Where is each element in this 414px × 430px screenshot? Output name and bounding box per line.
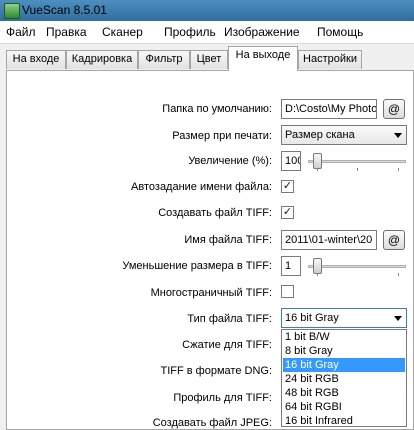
slider-tick	[317, 273, 318, 276]
dropdown-option[interactable]: 16 bit Infrared	[283, 414, 405, 428]
tiff-profile-label: Профиль для TIFF:	[173, 392, 272, 404]
create-tiff-label: Создавать файл TIFF:	[158, 207, 272, 219]
magnification-slider[interactable]	[308, 151, 406, 171]
slider-tick	[398, 168, 399, 171]
dropdown-option[interactable]: 48 bit RGB	[283, 386, 405, 400]
slider-thumb[interactable]	[313, 153, 322, 169]
menu-file[interactable]: Файл	[6, 25, 36, 39]
menu-image[interactable]: Изображение	[224, 25, 300, 39]
menu-edit[interactable]: Правка	[46, 25, 87, 39]
title-bar: VueScan 8.5.01	[0, 0, 414, 21]
dropdown-option[interactable]: 24 bit RGB	[283, 372, 405, 386]
tiff-reduction-slider[interactable]	[308, 256, 406, 276]
create-jpeg-label: Создавать файл JPEG:	[152, 417, 272, 429]
tab-color[interactable]: Цвет	[190, 50, 228, 69]
create-tiff-checkbox[interactable]: ✓	[281, 206, 294, 219]
slider-tick	[357, 168, 358, 171]
tiff-dng-label: TIFF в формате DNG:	[160, 365, 272, 377]
auto-name-checkbox[interactable]: ✓	[281, 180, 294, 193]
tiff-filename-label: Имя файла TIFF:	[184, 234, 272, 246]
tiff-type-select[interactable]: 16 bit Gray	[281, 308, 407, 328]
at-icon: @	[387, 102, 401, 116]
tab-prefs[interactable]: Настройки	[298, 50, 362, 69]
print-size-select[interactable]: Размер скана	[281, 125, 407, 145]
slider-tick	[317, 168, 318, 171]
tiff-filename-browse-button[interactable]: @	[383, 230, 405, 250]
tiff-type-value: 16 bit Gray	[285, 312, 339, 324]
multipage-tiff-label: Многостраничный TIFF:	[150, 287, 272, 299]
magnification-input[interactable]: 100	[281, 151, 301, 171]
menu-bar: Файл Правка Сканер Профиль Изображение П…	[0, 21, 414, 44]
dropdown-option[interactable]: 64 bit RGBI	[283, 400, 405, 414]
tiff-compression-label: Сжатие для TIFF:	[182, 339, 272, 351]
chevron-down-icon	[394, 316, 402, 321]
print-size-value: Размер скана	[285, 129, 355, 141]
dropdown-option-selected[interactable]: 16 bit Gray	[283, 358, 405, 372]
dropdown-option[interactable]: 8 bit Gray	[283, 344, 405, 358]
slider-tick	[398, 273, 399, 276]
tiff-reduction-input[interactable]: 1	[281, 256, 301, 276]
at-icon: @	[387, 233, 401, 247]
dropdown-option[interactable]: 1 bit B/W	[283, 330, 405, 344]
tab-filter[interactable]: Фильтр	[138, 50, 190, 69]
print-size-label: Размер при печати:	[172, 130, 272, 142]
magnification-label: Увеличение (%):	[188, 155, 272, 167]
multipage-tiff-checkbox[interactable]	[281, 285, 294, 298]
tab-input[interactable]: На входе	[6, 50, 66, 69]
check-icon: ✓	[282, 206, 293, 218]
tiff-type-label: Тип файла TIFF:	[187, 313, 272, 325]
default-folder-label: Папка по умолчанию:	[162, 103, 272, 115]
default-folder-input[interactable]: D:\Costo\My Photos	[281, 99, 377, 119]
check-icon: ✓	[282, 180, 293, 192]
auto-name-label: Автозадание имени файла:	[131, 181, 272, 193]
tiff-type-dropdown-list: 1 bit B/W 8 bit Gray 16 bit Gray 24 bit …	[281, 329, 407, 427]
menu-profile[interactable]: Профиль	[164, 25, 216, 39]
default-folder-browse-button[interactable]: @	[383, 99, 405, 119]
slider-thumb[interactable]	[313, 258, 322, 274]
tiff-reduction-label: Уменьшение размера в TIFF:	[122, 260, 272, 272]
tab-strip: На входе Кадрировка Фильтр Цвет На выход…	[0, 44, 414, 71]
menu-help[interactable]: Помощь	[317, 25, 363, 39]
tab-crop[interactable]: Кадрировка	[66, 50, 138, 69]
app-icon	[4, 3, 20, 19]
chevron-down-icon	[394, 133, 402, 138]
slider-track	[308, 160, 406, 163]
tiff-filename-input[interactable]: 2011\01-winter\20	[281, 230, 377, 250]
tab-output[interactable]: На выходе	[228, 46, 298, 71]
window-title: VueScan 8.5.01	[22, 3, 107, 17]
menu-scanner[interactable]: Сканер	[102, 25, 143, 39]
slider-track	[308, 265, 406, 268]
